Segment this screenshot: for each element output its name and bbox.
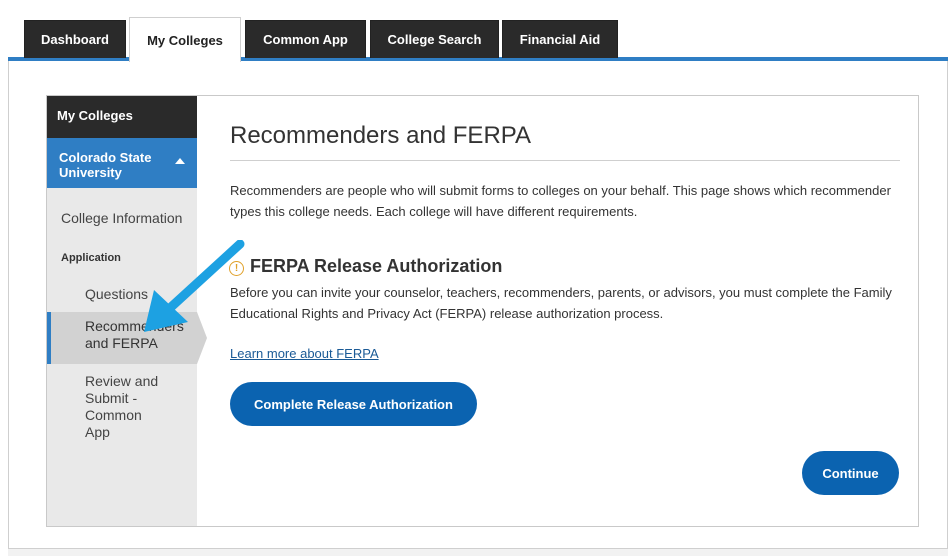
sidebar-item-label: Recommenders and FERPA bbox=[85, 318, 184, 351]
sidebar-header: My Colleges bbox=[47, 96, 197, 138]
sidebar: My Colleges Colorado State University Co… bbox=[47, 96, 207, 526]
sidebar-item-recommenders[interactable]: Recommenders and FERPA bbox=[47, 312, 207, 364]
tab-dashboard[interactable]: Dashboard bbox=[24, 20, 126, 58]
college-name: Colorado State University bbox=[59, 150, 152, 180]
chevron-up-icon[interactable] bbox=[175, 158, 185, 164]
ferpa-title: FERPA Release Authorization bbox=[250, 256, 503, 276]
learn-more-ferpa-link[interactable]: Learn more about FERPA bbox=[230, 346, 379, 361]
main-panel: My Colleges Colorado State University Co… bbox=[46, 95, 919, 527]
intro-text: Recommenders are people who will submit … bbox=[230, 183, 891, 219]
tab-my-colleges[interactable]: My Colleges bbox=[129, 17, 241, 62]
page-title: Recommenders and FERPA bbox=[230, 122, 532, 149]
tab-common-app[interactable]: Common App bbox=[245, 20, 366, 58]
sidebar-section-application: Application bbox=[61, 252, 121, 264]
top-navigation: Dashboard My Colleges Common App College… bbox=[0, 0, 948, 62]
sidebar-item-college-information[interactable]: College Information bbox=[47, 188, 197, 238]
continue-button[interactable]: Continue bbox=[802, 451, 899, 495]
complete-release-authorization-button[interactable]: Complete Release Authorization bbox=[230, 382, 477, 426]
sidebar-item-questions[interactable]: Questions bbox=[47, 276, 197, 312]
sidebar-item-label: Review and Submit - Common App bbox=[85, 373, 159, 440]
title-divider bbox=[230, 160, 900, 161]
tab-financial-aid[interactable]: Financial Aid bbox=[502, 20, 618, 58]
ferpa-description: Before you can invite your counselor, te… bbox=[230, 285, 892, 321]
tab-college-search[interactable]: College Search bbox=[370, 20, 499, 58]
warning-circle-icon: ! bbox=[229, 260, 244, 276]
active-indicator-notch bbox=[197, 312, 207, 364]
sidebar-item-review-submit[interactable]: Review and Submit - Common App bbox=[47, 364, 197, 441]
sidebar-college[interactable]: Colorado State University bbox=[47, 138, 197, 188]
frame-bottom-shadow bbox=[8, 549, 948, 556]
ferpa-heading: ! FERPA Release Authorization bbox=[229, 256, 502, 277]
